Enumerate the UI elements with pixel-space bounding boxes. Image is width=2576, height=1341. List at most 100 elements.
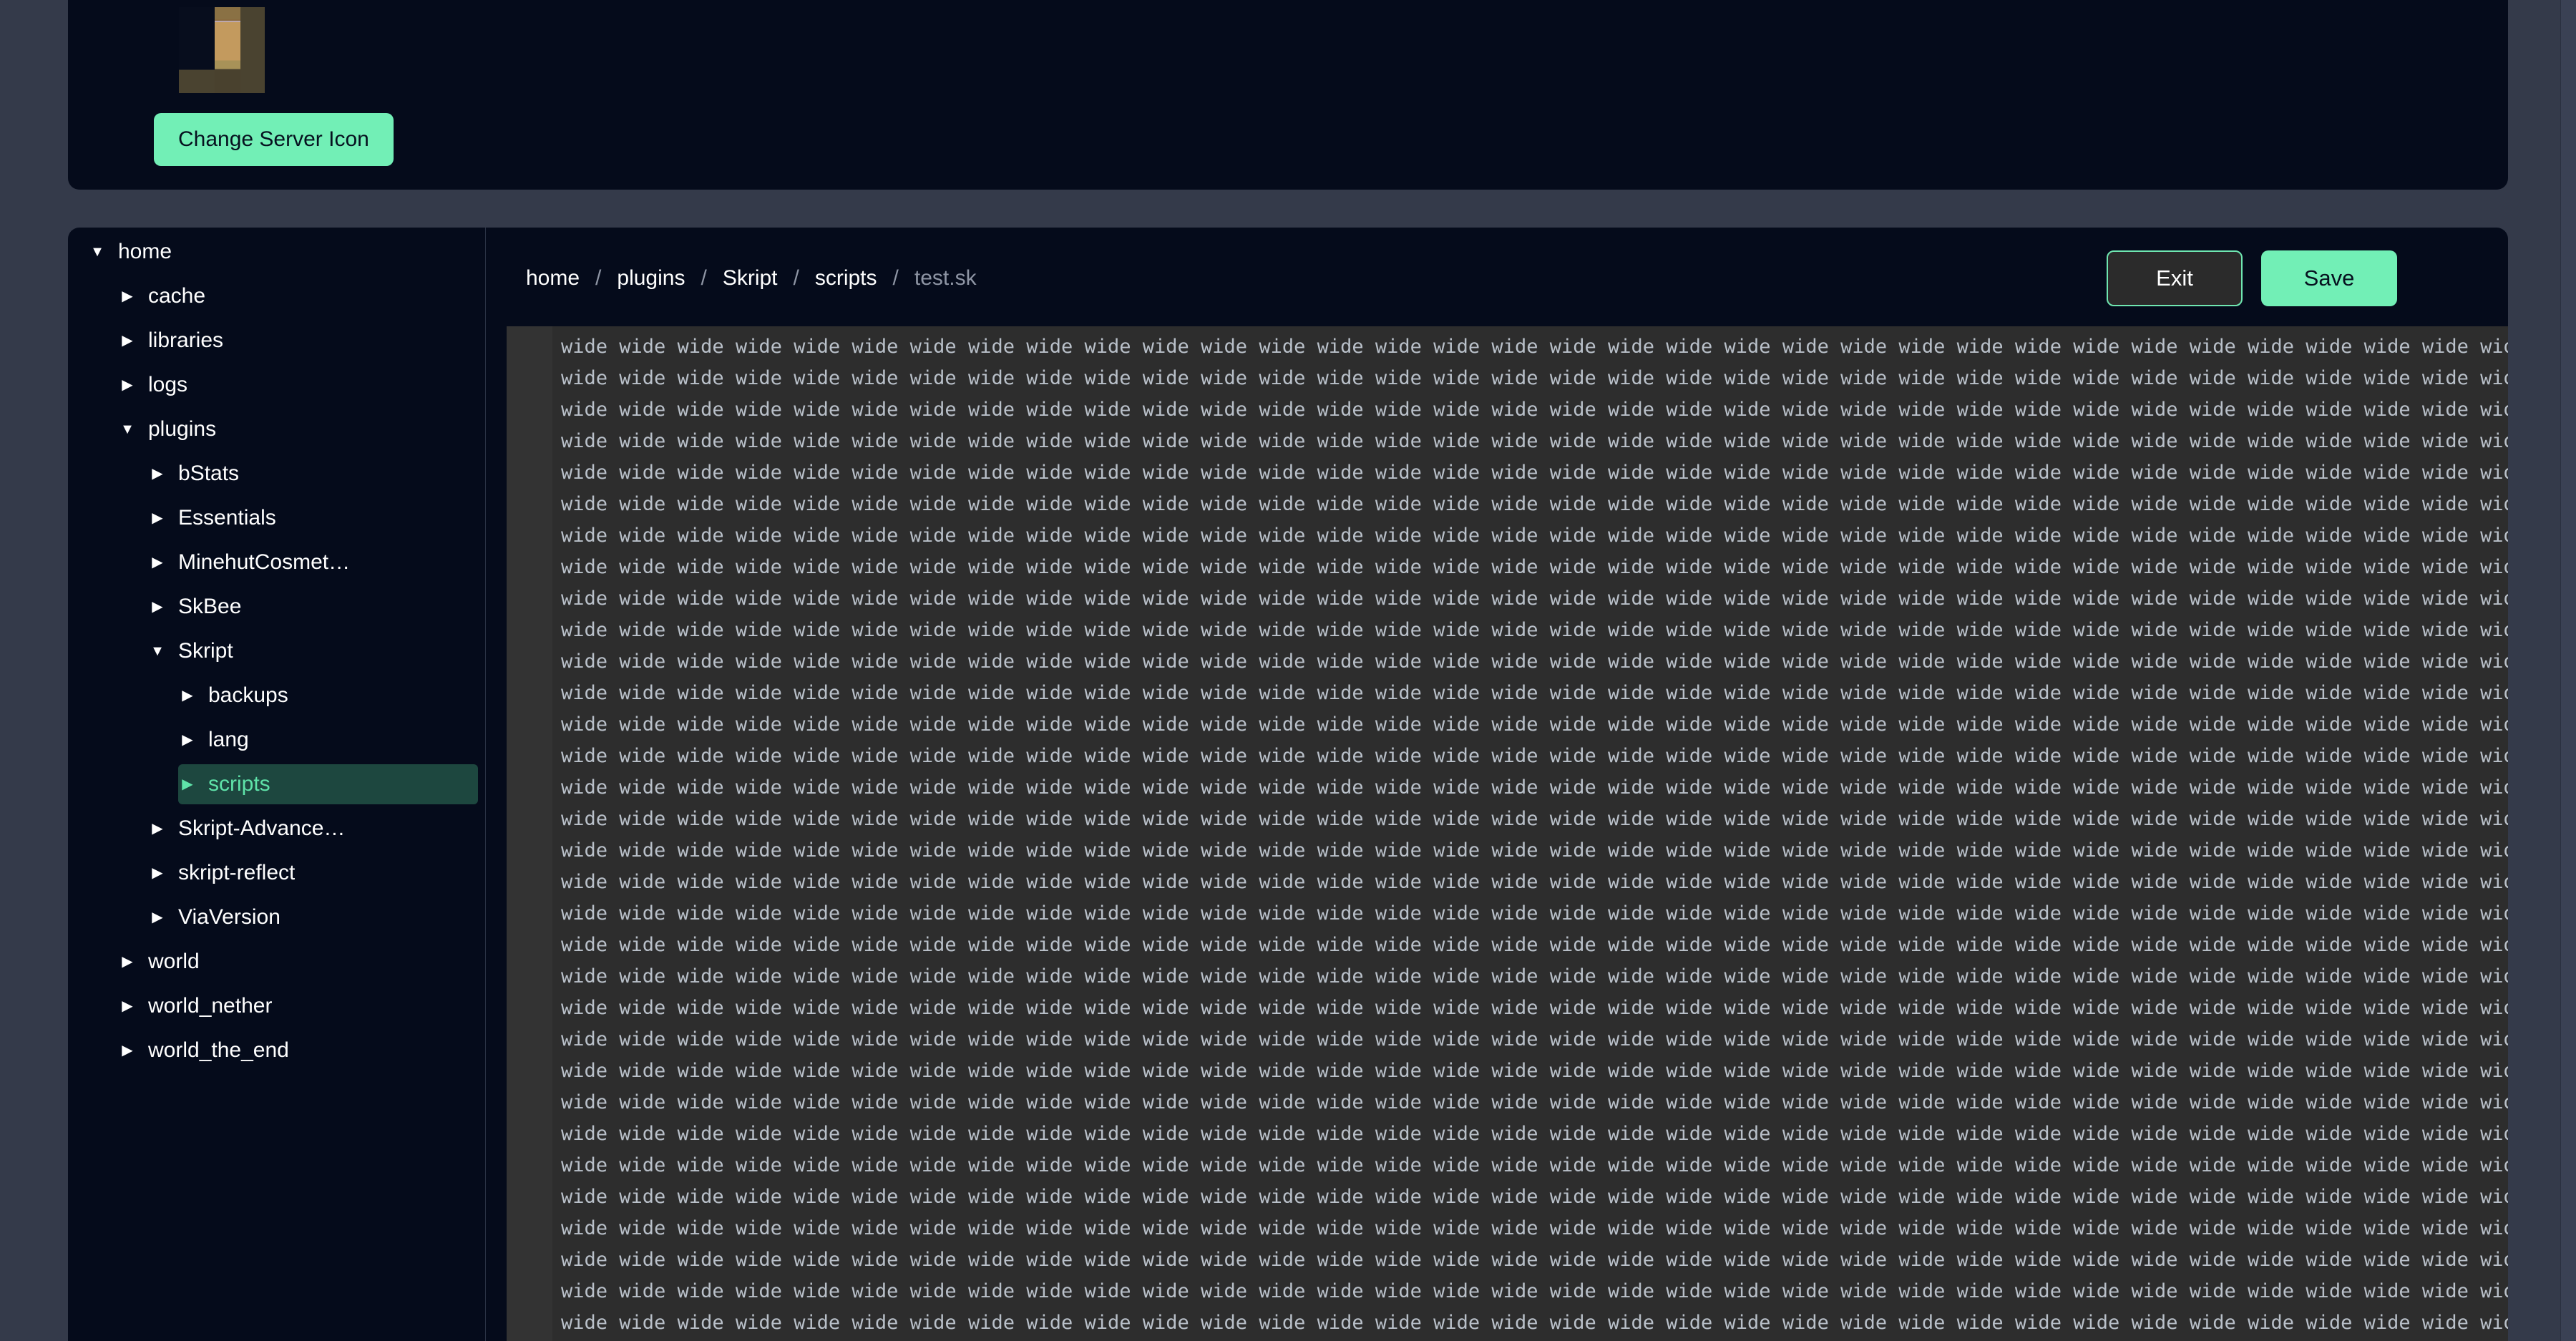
tree-item-skript[interactable]: ▼ Skript [148, 631, 478, 671]
chevron-right-icon[interactable]: ▶ [178, 688, 197, 703]
breadcrumb-item-plugins[interactable]: plugins [617, 266, 685, 291]
editor-area: home / plugins / Skript / scripts / test.sk Exit… [487, 228, 2508, 1341]
chevron-right-icon[interactable]: ▶ [148, 600, 167, 614]
editor-line: wide wide wide wide wide wide wide wide … [561, 1186, 2508, 1208]
editor-line: wide wide wide wide wide wide wide wide … [561, 619, 2508, 641]
editor-line: wide wide wide wide wide wide wide wide … [561, 367, 2508, 389]
editor-line: wide wide wide wide wide wide wide wide … [561, 713, 2508, 736]
editor-line: wide wide wide wide wide wide wide wide … [561, 1312, 2508, 1334]
tree-item-label: skript-reflect [178, 861, 296, 884]
editor-line: wide wide wide wide wide wide wide wide … [561, 1060, 2508, 1082]
tree-item-label: SkBee [178, 595, 242, 618]
breadcrumb-separator: / [701, 265, 707, 290]
tree-item-libraries[interactable]: ▶ libraries [118, 321, 478, 361]
tree-item-label: plugins [148, 417, 217, 441]
breadcrumb-separator: / [595, 265, 602, 290]
breadcrumb-item-home[interactable]: home [526, 266, 580, 291]
editor-line: wide wide wide wide wide wide wide wide … [561, 934, 2508, 956]
editor-line: wide wide wide wide wide wide wide wide … [561, 839, 2508, 862]
editor-gutter [507, 326, 552, 1341]
chevron-right-icon[interactable]: ▶ [148, 555, 167, 570]
editor-line: wide wide wide wide wide wide wide wide … [561, 965, 2508, 988]
tree-item-minehutcosmet[interactable]: ▶ MinehutCosmet… [148, 542, 478, 582]
tree-item-skript-advance[interactable]: ▶ Skript-Advance… [148, 809, 478, 849]
editor-line: wide wide wide wide wide wide wide wide … [561, 808, 2508, 830]
tree-item-label: libraries [148, 328, 224, 352]
tree-item-label: scripts [208, 772, 270, 796]
tree-item-home[interactable]: ▼ home [88, 232, 478, 272]
tree-item-label: Skript-Advance… [178, 816, 346, 840]
tree-item-logs[interactable]: ▶ logs [118, 365, 478, 405]
chevron-right-icon[interactable]: ▶ [178, 733, 197, 747]
chevron-right-icon[interactable]: ▶ [148, 511, 167, 525]
breadcrumb-item-scripts[interactable]: scripts [815, 266, 877, 291]
tree-item-world[interactable]: ▶ world [118, 942, 478, 982]
editor-line: wide wide wide wide wide wide wide wide … [561, 997, 2508, 1019]
tree-item-lang[interactable]: ▶ lang [178, 720, 478, 760]
editor-line: wide wide wide wide wide wide wide wide … [561, 399, 2508, 421]
editor-line: wide wide wide wide wide wide wide wide … [561, 650, 2508, 673]
editor-line: wide wide wide wide wide wide wide wide … [561, 745, 2508, 767]
editor-line: wide wide wide wide wide wide wide wide … [561, 430, 2508, 452]
tree-item-label: world_nether [148, 994, 273, 1018]
server-icon-left-strip [179, 7, 215, 93]
tree-item-skbee[interactable]: ▶ SkBee [148, 587, 478, 627]
editor-content[interactable]: wide wide wide wide wide wide wide wide … [552, 326, 2508, 1341]
breadcrumb-item-test.sk: test.sk [914, 265, 977, 290]
save-button[interactable]: Save [2261, 250, 2397, 306]
tree-item-label: MinehutCosmet… [178, 550, 351, 574]
tree-item-scripts[interactable]: ▶ scripts [178, 764, 478, 804]
toolbar-actions: Exit Save [2107, 250, 2397, 306]
tree-item-label: cache [148, 284, 206, 308]
server-icon-image [179, 7, 265, 93]
breadcrumb-item-Skript[interactable]: Skript [723, 266, 778, 291]
editor-line: wide wide wide wide wide wide wide wide … [561, 871, 2508, 893]
editor-line: wide wide wide wide wide wide wide wide … [561, 1249, 2508, 1271]
tree-item-world_the_end[interactable]: ▶ world_the_end [118, 1030, 478, 1071]
tree-item-plugins[interactable]: ▼ plugins [118, 409, 478, 449]
tree-item-world_nether[interactable]: ▶ world_nether [118, 986, 478, 1026]
chevron-right-icon[interactable]: ▶ [148, 467, 167, 481]
chevron-down-icon[interactable]: ▼ [88, 245, 107, 259]
chevron-down-icon[interactable]: ▼ [148, 644, 167, 658]
breadcrumb-separator: / [892, 265, 899, 290]
tree-item-cache[interactable]: ▶ cache [118, 276, 478, 316]
editor-line: wide wide wide wide wide wide wide wide … [561, 902, 2508, 925]
chevron-right-icon[interactable]: ▶ [118, 999, 137, 1013]
chevron-down-icon[interactable]: ▼ [118, 422, 137, 437]
exit-button[interactable]: Exit [2107, 250, 2243, 306]
page-scrollbar[interactable] [2560, 0, 2576, 1341]
chevron-right-icon[interactable]: ▶ [118, 333, 137, 348]
tree-item-bstats[interactable]: ▶ bStats [148, 454, 478, 494]
chevron-right-icon[interactable]: ▶ [178, 777, 197, 791]
tree-item-label: lang [208, 728, 249, 751]
tree-item-label: world_the_end [148, 1038, 289, 1062]
tree-item-label: home [118, 240, 172, 263]
change-server-icon-button[interactable]: Change Server Icon [154, 113, 394, 166]
tree-item-label: Skript [178, 639, 233, 663]
chevron-right-icon[interactable]: ▶ [148, 821, 167, 836]
chevron-right-icon[interactable]: ▶ [118, 378, 137, 392]
editor-line: wide wide wide wide wide wide wide wide … [561, 1091, 2508, 1113]
tree-item-label: world [148, 950, 200, 973]
editor-line: wide wide wide wide wide wide wide wide … [561, 587, 2508, 610]
editor-line: wide wide wide wide wide wide wide wide … [561, 462, 2508, 484]
tree-item-essentials[interactable]: ▶ Essentials [148, 498, 478, 538]
code-editor[interactable]: wide wide wide wide wide wide wide wide … [507, 326, 2508, 1341]
tree-item-skript-reflect[interactable]: ▶ skript-reflect [148, 853, 478, 893]
editor-line: wide wide wide wide wide wide wide wide … [561, 1028, 2508, 1050]
server-info-card: Plan: Free | Max Players Change Plan Bac… [68, 0, 2508, 190]
chevron-right-icon[interactable]: ▶ [148, 866, 167, 880]
editor-line: wide wide wide wide wide wide wide wide … [561, 525, 2508, 547]
chevron-right-icon[interactable]: ▶ [118, 955, 137, 969]
chevron-right-icon[interactable]: ▶ [118, 1043, 137, 1058]
tree-item-viaversion[interactable]: ▶ ViaVersion [148, 897, 478, 937]
editor-toolbar: home / plugins / Skript / scripts / test.sk Exit… [487, 228, 2508, 328]
file-tree-sidebar[interactable]: ▼ home ▶ cache ▶ libraries ▶ logs ▼ plugins ▶ bStat… [68, 228, 486, 1341]
chevron-right-icon[interactable]: ▶ [148, 910, 167, 925]
file-manager-panel: ▼ home ▶ cache ▶ libraries ▶ logs ▼ plugins ▶ bStat… [68, 228, 2508, 1341]
editor-line: wide wide wide wide wide wide wide wide … [561, 1154, 2508, 1176]
chevron-right-icon[interactable]: ▶ [118, 289, 137, 303]
tree-item-backups[interactable]: ▶ backups [178, 676, 478, 716]
editor-line: wide wide wide wide wide wide wide wide … [561, 1280, 2508, 1302]
